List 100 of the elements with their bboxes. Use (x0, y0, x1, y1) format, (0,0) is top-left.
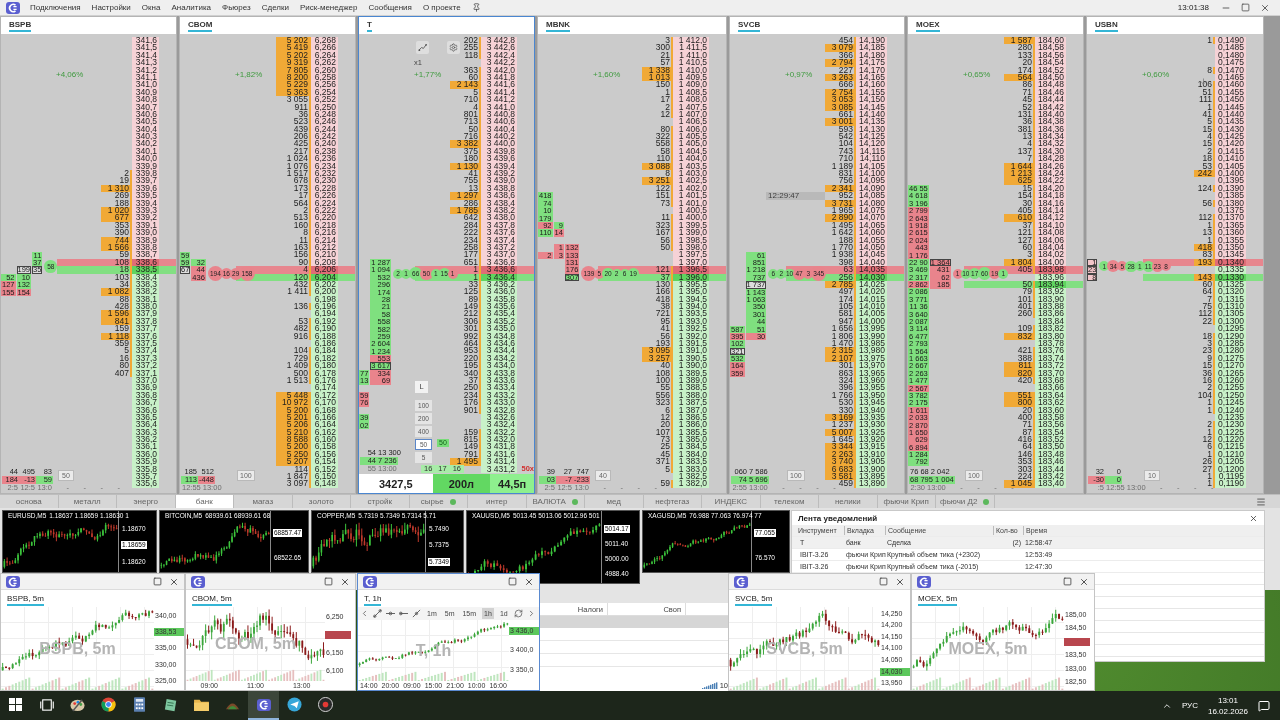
menu-item[interactable]: Сделки (261, 1, 289, 14)
volume-cell: 2 794 (825, 59, 856, 67)
line-tool-icon[interactable] (412, 609, 421, 618)
panel-title: BSPB (9, 20, 32, 32)
close-icon[interactable] (1079, 576, 1089, 587)
price-cell: 0,1290 (1215, 332, 1246, 340)
close-icon[interactable] (1249, 513, 1258, 523)
price-cell: 6,248 (311, 110, 338, 119)
close-icon[interactable] (895, 576, 905, 587)
tab[interactable]: банк (175, 495, 234, 508)
line-tool-icon[interactable] (399, 609, 408, 618)
lots-display: 200л (432, 474, 491, 493)
start-icon[interactable] (9, 698, 22, 711)
close-icon[interactable] (524, 576, 534, 587)
price-cell: 3 442,4 (481, 51, 517, 60)
price-cell: 1 402,5 (673, 177, 709, 185)
price-cell: 3 434,6 (481, 340, 517, 348)
refresh-icon[interactable] (513, 609, 523, 618)
price-cell: 13,980 (856, 347, 887, 355)
price-cell: 183,88 (1035, 303, 1066, 311)
price-cell: 183,56 (1035, 421, 1066, 429)
price-cell: 0,1340 (1215, 258, 1246, 267)
menu-item[interactable]: Фьюрез (222, 1, 251, 14)
maximize-icon[interactable] (324, 577, 333, 586)
folder-icon[interactable] (194, 698, 209, 711)
price-cell: 183,84 (1035, 317, 1066, 326)
pin-icon[interactable] (471, 3, 481, 12)
palette-icon[interactable] (70, 697, 85, 712)
price-cell: 6,224 (311, 199, 338, 207)
price-cell: 6,198 (311, 295, 338, 304)
price-cell: 6,192 (311, 317, 338, 326)
menu-item[interactable]: Настройки (91, 1, 131, 14)
maximize-icon[interactable] (1241, 3, 1250, 12)
price-cell: 0,1365 (1215, 221, 1246, 230)
points-display: 44,5п (490, 474, 534, 493)
taskbar-date: 16.02.2026 (1207, 706, 1248, 716)
price-cell: 3 433,0 (481, 399, 517, 407)
price-cell: 1 410,0 (673, 66, 709, 74)
price-cell: 336,5 (132, 413, 159, 422)
browser-icon[interactable] (101, 697, 116, 712)
maximize-icon[interactable] (508, 577, 517, 586)
price-cell: 0,1390 (1215, 184, 1246, 193)
paper-plane-icon[interactable] (287, 697, 302, 712)
price-cell: 14,110 (856, 155, 887, 163)
close-icon[interactable] (340, 576, 350, 587)
notepad-icon[interactable] (163, 697, 178, 712)
price-cell: 1 382,5 (673, 473, 709, 481)
price-cell: 14,000 (856, 317, 887, 326)
menu-item[interactable]: О проекте (422, 1, 461, 14)
volume-cell: 1 785 (450, 207, 481, 215)
close-icon[interactable] (1260, 2, 1270, 13)
price-cell: 0,1310 (1215, 303, 1246, 311)
price-cell: 0,1420 (1215, 140, 1246, 148)
price-cell: 335,6 (132, 480, 159, 488)
price-cell: 6,254 (311, 88, 338, 97)
maximize-icon[interactable] (1063, 577, 1072, 586)
price-cell: 0,1395 (1215, 177, 1246, 185)
chevron-left-icon[interactable] (360, 609, 369, 618)
price-cell: 6,222 (311, 207, 338, 215)
price-cell: 14,080 (856, 199, 887, 207)
price-cell: 0,1480 (1215, 51, 1246, 60)
price-cell: 339,1 (132, 221, 159, 230)
price-cell: 14,155 (856, 88, 887, 97)
calculator-icon[interactable] (134, 697, 145, 712)
menu-item[interactable]: Подключения (30, 1, 81, 14)
price-cell: 338,3 (132, 280, 159, 289)
volume-cell: 6 683 (825, 465, 856, 474)
taskbar-button[interactable] (248, 691, 279, 720)
volume-cell: 551 (1004, 391, 1035, 400)
close-icon[interactable] (169, 576, 179, 587)
menu-item[interactable]: Окна (141, 1, 161, 14)
volume-cell: 1 013 (642, 73, 673, 82)
price-cell: 336,7 (132, 399, 159, 407)
menu-item[interactable]: Сообщения (368, 1, 412, 14)
price-cell: 1 403,0 (673, 170, 709, 178)
app-logo-icon[interactable] (256, 698, 271, 711)
maximize-icon[interactable] (879, 577, 888, 586)
price-cell: 1 386,5 (673, 413, 709, 422)
price-cell: 1 409,5 (673, 73, 709, 82)
change-percent: +1,60% (593, 70, 621, 79)
menu-item[interactable]: Аналитика (171, 1, 212, 14)
maximize-icon[interactable] (153, 577, 162, 586)
line-tool-icon[interactable] (386, 609, 395, 618)
price-cell: 0,1325 (1215, 280, 1246, 289)
price-cell: 0,1295 (1215, 325, 1246, 333)
price-cell: 0,1440 (1215, 110, 1246, 119)
line-tool-icon[interactable] (373, 609, 382, 618)
panel-title: MOEX (916, 20, 940, 32)
notification-icon[interactable] (1258, 699, 1270, 712)
chart-tool-icon[interactable] (416, 41, 429, 54)
price-cell: 3 438,8 (481, 184, 517, 193)
task-view-icon[interactable] (39, 698, 54, 711)
volume-cell: 5 202 (276, 51, 311, 60)
record-icon[interactable] (318, 697, 333, 712)
price-cell: 6,202 (311, 280, 338, 289)
price-cell: 341,0 (132, 81, 159, 89)
menu-item[interactable]: Риск-менеджер (299, 1, 358, 14)
price-cell: 0,1350 (1215, 243, 1246, 252)
price-cell: 13,900 (856, 465, 887, 474)
price-cell: 3 432,0 (481, 436, 517, 444)
